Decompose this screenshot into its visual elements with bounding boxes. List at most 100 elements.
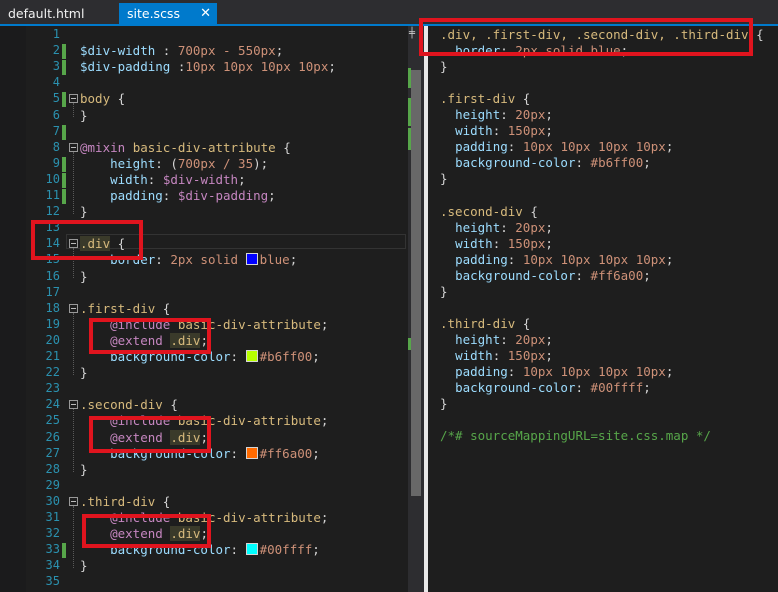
- css-code-line[interactable]: height: 20px;: [440, 332, 553, 347]
- code-line[interactable]: }: [80, 269, 88, 284]
- code-token: $div-padding: [177, 188, 269, 203]
- code-token: ;: [312, 542, 320, 558]
- collapse-icon[interactable]: [69, 303, 78, 313]
- code-token: $div-padding: [80, 59, 171, 75]
- line-number: 10: [45, 171, 60, 186]
- code-token: ;: [312, 349, 320, 364]
- code-line[interactable]: width: $div-width;: [80, 172, 246, 187]
- tab-site-scss[interactable]: site.scss ✕: [119, 3, 217, 26]
- code-line[interactable]: }: [80, 462, 88, 477]
- code-token: ;: [545, 235, 553, 251]
- css-code-line[interactable]: background-color: #b6ff00;: [440, 155, 651, 170]
- css-code-line[interactable]: width: 150px;: [440, 123, 553, 138]
- css-code-line[interactable]: padding: 10px 10px 10px 10px;: [440, 364, 673, 379]
- split-handle-icon[interactable]: ╪: [409, 28, 415, 39]
- css-code-line[interactable]: .second-div {: [440, 204, 538, 219]
- code-token: {: [155, 300, 171, 316]
- collapse-icon[interactable]: [69, 400, 78, 410]
- line-number: 27: [45, 445, 60, 460]
- code-token: 10px 10px 10px 10px: [522, 251, 666, 267]
- code-token: ;: [320, 316, 329, 332]
- change-marker: [62, 172, 66, 188]
- css-code-line[interactable]: width: 150px;: [440, 348, 553, 363]
- annotation-box-extend-3: [82, 514, 211, 548]
- annotation-box-extend-1: [89, 318, 211, 354]
- code-token: 150px: [507, 123, 546, 139]
- code-token: height: [455, 331, 501, 347]
- css-code-line[interactable]: padding: 10px 10px 10px 10px;: [440, 252, 673, 267]
- scroll-change-mark: [408, 98, 411, 112]
- color-swatch: [245, 350, 258, 362]
- code-line[interactable]: padding: $div-padding;: [80, 188, 276, 203]
- css-code-line[interactable]: .first-div {: [440, 91, 530, 106]
- css-code-line[interactable]: width: 150px;: [440, 236, 553, 251]
- line-number: 23: [45, 381, 60, 396]
- fold-guide: [73, 103, 75, 118]
- line-number: 2: [52, 43, 60, 58]
- code-line[interactable]: .first-div {: [80, 301, 170, 316]
- css-code-line[interactable]: padding: 10px 10px 10px 10px;: [440, 139, 673, 154]
- line-number: 21: [45, 349, 60, 363]
- code-token: padding: [455, 251, 508, 267]
- code-line[interactable]: }: [80, 365, 88, 380]
- css-code-line[interactable]: }: [440, 396, 448, 411]
- code-token: .second-div: [440, 203, 523, 219]
- css-code-line[interactable]: }: [440, 171, 448, 186]
- scrollbar-thumb[interactable]: [411, 70, 421, 496]
- code-token: background-color: [455, 267, 576, 283]
- code-token: 700px / 35: [177, 155, 254, 171]
- css-code-line[interactable]: /*# sourceMappingURL=site.css.map */: [440, 428, 711, 443]
- tab-default-html[interactable]: default.html: [0, 3, 118, 24]
- change-marker: [62, 124, 66, 140]
- code-line[interactable]: $div-padding :10px 10px 10px 10px;: [80, 59, 336, 74]
- change-marker: [62, 60, 66, 76]
- code-token: ;: [643, 155, 651, 171]
- css-code-line[interactable]: .third-div {: [440, 316, 530, 331]
- code-line[interactable]: }: [80, 108, 88, 123]
- code-token: }: [80, 204, 88, 220]
- line-number: 31: [45, 510, 60, 524]
- scss-editor-pane[interactable]: 1 2 $div-width : 700px - 550px; 3 $div-paddi…: [0, 26, 408, 592]
- code-line[interactable]: @mixin basic-div-attribute {: [80, 140, 291, 155]
- scroll-change-mark: [408, 128, 411, 150]
- close-icon[interactable]: ✕: [200, 3, 211, 24]
- code-token: {: [110, 91, 126, 107]
- code-token: height: [455, 219, 501, 235]
- change-marker: [62, 92, 66, 108]
- collapse-icon[interactable]: [69, 94, 78, 104]
- css-code-line[interactable]: height: 20px;: [440, 220, 553, 235]
- css-code-line[interactable]: }: [440, 59, 448, 74]
- code-token: ;: [665, 251, 674, 267]
- line-number: 30: [45, 493, 60, 508]
- code-token: 150px: [507, 235, 546, 251]
- collapse-icon[interactable]: [69, 496, 78, 506]
- code-token: .first-div: [80, 300, 156, 316]
- annotation-box-div-rule: [31, 220, 143, 260]
- code-line[interactable]: .second-div {: [80, 397, 178, 412]
- code-token: #b6ff00: [590, 155, 644, 171]
- code-token: #b6ff00: [259, 349, 313, 364]
- code-token: width: [455, 235, 493, 251]
- code-token: ;: [275, 43, 284, 59]
- collapse-icon[interactable]: [69, 142, 78, 152]
- code-line[interactable]: body {: [80, 91, 125, 106]
- code-line[interactable]: }: [80, 558, 88, 573]
- code-line[interactable]: $div-width : 700px - 550px;: [80, 43, 283, 58]
- code-token: }: [80, 268, 88, 284]
- editor-margin: [0, 26, 26, 592]
- css-code-line[interactable]: }: [440, 284, 448, 299]
- code-line[interactable]: .third-div {: [80, 494, 170, 509]
- css-code-line[interactable]: background-color: #00ffff;: [440, 380, 651, 395]
- change-marker: [62, 543, 66, 559]
- code-token: :: [492, 348, 508, 363]
- code-token: .second-div: [80, 397, 163, 413]
- code-token: #00ffff: [259, 542, 313, 558]
- css-code-line[interactable]: height: 20px;: [440, 107, 553, 122]
- code-line[interactable]: }: [80, 204, 88, 219]
- css-code-line[interactable]: background-color: #ff6a00;: [440, 268, 651, 283]
- code-token: :: [507, 251, 523, 267]
- code-line[interactable]: height: (700px / 35);: [80, 156, 268, 171]
